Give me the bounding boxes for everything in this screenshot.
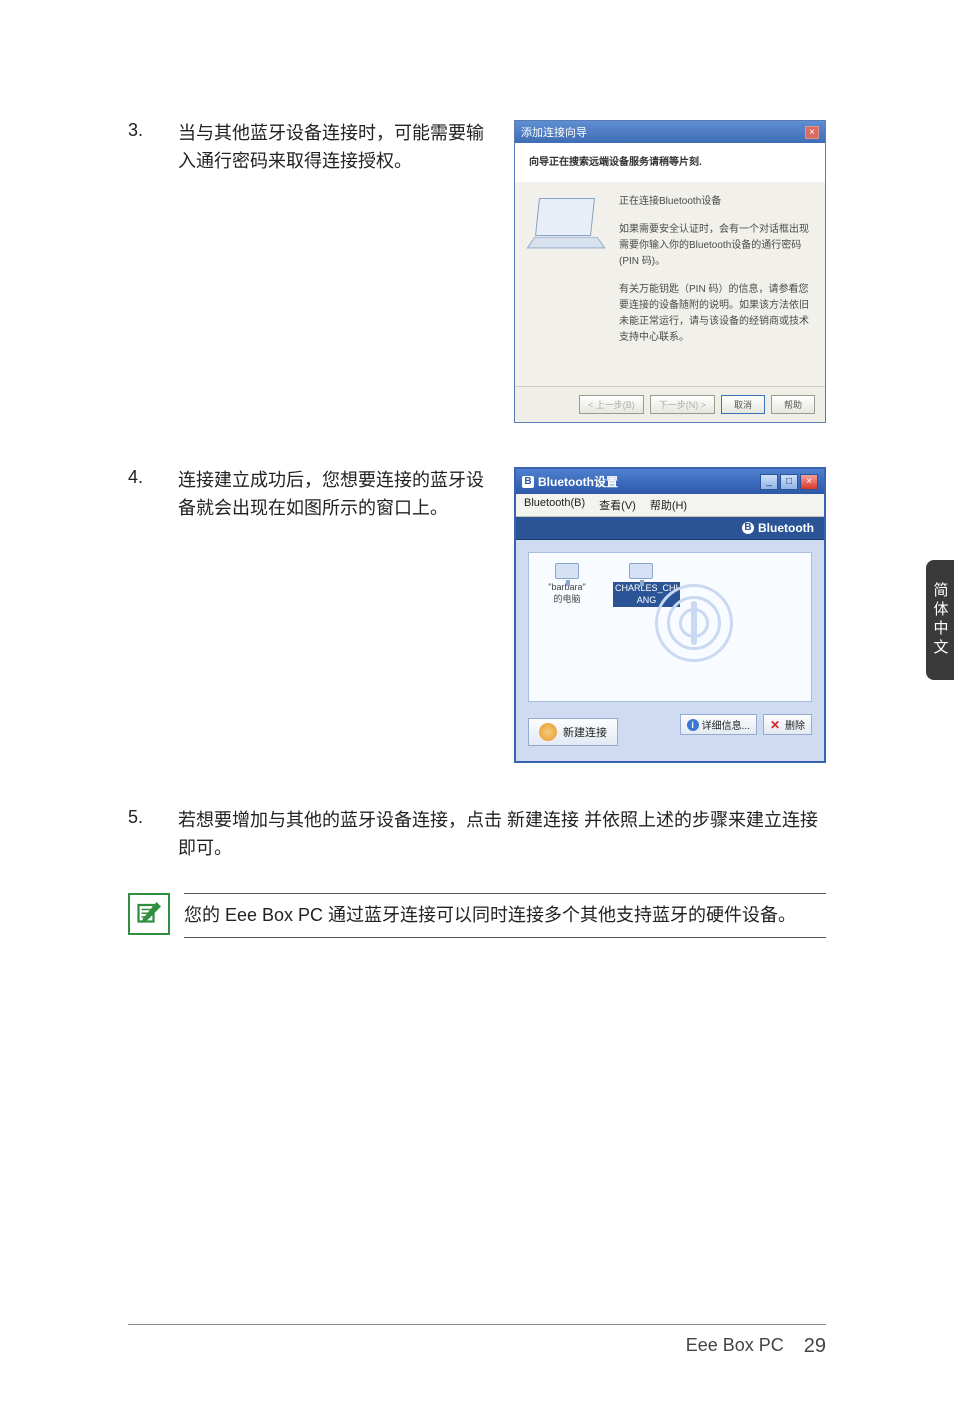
wizard-figure: 添加连接向导 × 向导正在搜索远端设备服务请稍等片刻. 正在连接Bluetoot…: [514, 120, 826, 423]
wizard-title-text: 添加连接向导: [521, 124, 587, 140]
note-text: 您的 Eee Box PC 通过蓝牙连接可以同时连接多个其他支持蓝牙的硬件设备。: [184, 893, 826, 938]
page-number: 29: [804, 1335, 826, 1358]
delete-label: 删除: [785, 717, 805, 732]
wizard-button-bar: < 上一步(B) 下一步(N) > 取消 帮助: [515, 386, 825, 422]
wizard-line1: 正在连接Bluetooth设备: [619, 194, 811, 210]
wizard-subtitle: 向导正在搜索远端设备服务请稍等片刻.: [515, 143, 825, 182]
step-text: 若想要增加与其他的蓝牙设备连接，点击 新建连接 并依照上述的步骤来建立连接即可。: [178, 807, 826, 863]
detail-label: 详细信息...: [702, 717, 750, 732]
antenna-icon: [539, 723, 557, 741]
page-footer: Eee Box PC 29: [128, 1324, 826, 1358]
step-number: 5.: [128, 807, 158, 863]
bt-menubar: Bluetooth(B) 查看(V) 帮助(H): [516, 494, 824, 517]
back-button[interactable]: < 上一步(B): [579, 395, 644, 414]
step-number: 3.: [128, 120, 158, 423]
bt-brandbar: B Bluetooth: [516, 517, 824, 540]
language-tab[interactable]: 简体中文: [926, 560, 954, 680]
new-connection-button[interactable]: 新建连接: [528, 718, 618, 746]
minimize-button[interactable]: _: [760, 474, 778, 490]
step-3: 3. 当与其他蓝牙设备连接时，可能需要输入通行密码来取得连接授权。 添加连接向导…: [128, 120, 826, 423]
wizard-titlebar: 添加连接向导 ×: [515, 121, 825, 143]
cancel-button[interactable]: 取消: [721, 395, 765, 414]
bt-titlebar: B Bluetooth设置 _ □ ×: [516, 469, 824, 494]
wizard-line3: 有关万能钥匙（PIN 码）的信息，请参看您要连接的设备随附的说明。如果该方法依旧…: [619, 282, 811, 346]
wizard-dialog: 添加连接向导 × 向导正在搜索远端设备服务请稍等片刻. 正在连接Bluetoot…: [514, 120, 826, 423]
laptop-icon: [529, 194, 609, 254]
delete-button[interactable]: ✕ 删除: [763, 714, 812, 735]
bt-brand-text: Bluetooth: [758, 521, 814, 535]
wizard-body-text: 正在连接Bluetooth设备 如果需要安全认证时，会有一个对话框出现需要你输入…: [619, 194, 811, 358]
computer-icon: [555, 563, 579, 579]
device-label: 的电脑: [539, 592, 595, 605]
info-icon: i: [687, 719, 699, 731]
delete-icon: ✕: [770, 719, 782, 731]
menu-bluetooth[interactable]: Bluetooth(B): [524, 497, 585, 513]
detail-button[interactable]: i 详细信息...: [680, 714, 757, 735]
signal-icon: [649, 573, 749, 673]
step-5: 5. 若想要增加与其他的蓝牙设备连接，点击 新建连接 并依照上述的步骤来建立连接…: [128, 807, 826, 863]
bluetooth-icon: B: [522, 476, 534, 488]
bluetooth-logo-icon: B: [742, 522, 754, 534]
maximize-button[interactable]: □: [780, 474, 798, 490]
note-box: 您的 Eee Box PC 通过蓝牙连接可以同时连接多个其他支持蓝牙的硬件设备。: [128, 893, 826, 938]
bluetooth-window: B Bluetooth设置 _ □ × Bluetooth(B) 查看(V) 帮…: [514, 467, 826, 763]
wizard-line2: 如果需要安全认证时，会有一个对话框出现需要你输入你的Bluetooth设备的通行…: [619, 222, 811, 270]
close-button[interactable]: ×: [800, 474, 818, 490]
device-item[interactable]: "barbara" 的电脑: [539, 563, 595, 691]
menu-view[interactable]: 查看(V): [599, 497, 636, 513]
close-icon[interactable]: ×: [805, 126, 819, 139]
menu-help[interactable]: 帮助(H): [650, 497, 687, 513]
help-button[interactable]: 帮助: [771, 395, 815, 414]
step-text: 连接建立成功后，您想要连接的蓝牙设备就会出现在如图所示的窗口上。: [178, 467, 494, 763]
btwindow-figure: B Bluetooth设置 _ □ × Bluetooth(B) 查看(V) 帮…: [514, 467, 826, 763]
new-connection-label: 新建连接: [563, 724, 607, 740]
step-number: 4.: [128, 467, 158, 763]
step-4: 4. 连接建立成功后，您想要连接的蓝牙设备就会出现在如图所示的窗口上。 B Bl…: [128, 467, 826, 763]
bt-title: Bluetooth设置: [538, 473, 618, 490]
note-icon: [128, 893, 170, 935]
next-button[interactable]: 下一步(N) >: [650, 395, 715, 414]
step-text: 当与其他蓝牙设备连接时，可能需要输入通行密码来取得连接授权。: [178, 120, 494, 423]
product-name: Eee Box PC: [686, 1335, 784, 1358]
computer-icon: [629, 563, 653, 579]
device-area: "barbara" 的电脑 CHARLES_CHI ANG: [528, 552, 812, 702]
